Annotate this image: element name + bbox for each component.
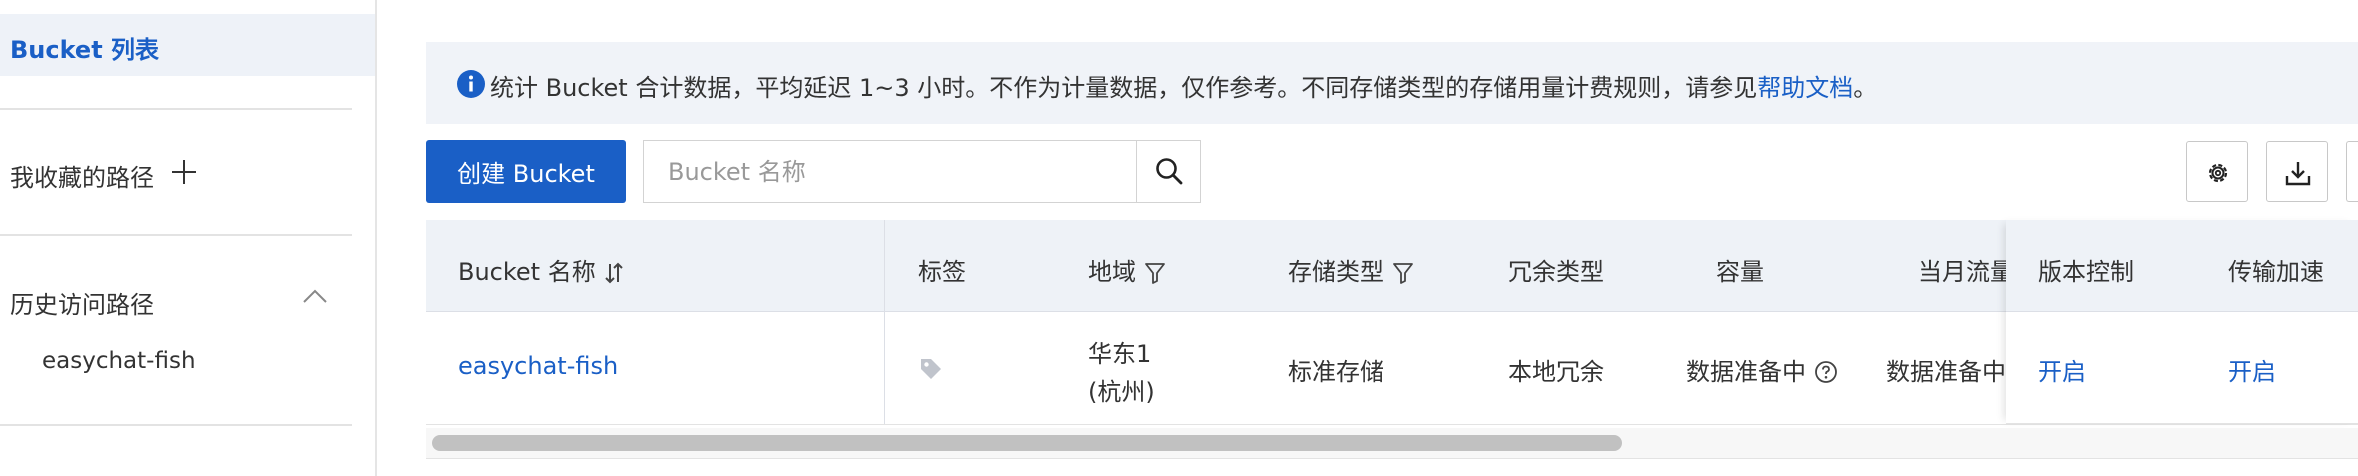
chevron-up-icon[interactable] [302, 288, 328, 304]
search-input[interactable] [644, 141, 1134, 202]
column-label: Bucket 名称 [458, 258, 596, 286]
sidebar-item-label: Bucket 列表 [10, 36, 160, 64]
help-doc-link[interactable]: 帮助文档 [1757, 74, 1853, 102]
download-button[interactable] [2266, 141, 2328, 202]
sidebar-divider [0, 108, 352, 110]
column-header-bucket-name[interactable]: Bucket 名称 [458, 252, 624, 287]
history-item[interactable]: easychat-fish [42, 348, 196, 374]
column-label: 地域 [1088, 258, 1136, 286]
help-icon[interactable] [1814, 360, 1838, 384]
redundancy-value: 本地冗余 [1508, 358, 1604, 386]
notice-message: 统计 Bucket 合计数据，平均延迟 1~3 小时。不作为计量数据，仅作参考。… [490, 74, 1758, 102]
create-bucket-button[interactable]: 创建 Bucket [426, 140, 626, 203]
region-line2: (杭州) [1088, 378, 1155, 406]
sidebar-item-history[interactable]: 历史访问路径 [10, 285, 154, 320]
tag-icon[interactable] [918, 356, 944, 382]
acceleration-link[interactable]: 开启 [2228, 352, 2276, 387]
sidebar-item-bucket-list[interactable]: Bucket 列表 [0, 14, 375, 76]
more-tools-button[interactable] [2346, 141, 2358, 202]
column-header-versioning: 版本控制 [2038, 258, 2134, 286]
scrollbar-thumb[interactable] [432, 435, 1622, 451]
capacity-text: 数据准备中 [1686, 358, 1806, 386]
bucket-table: Bucket 名称 标签 地域 存储类型 冗余类型 容量 当月流量 easych… [426, 220, 2358, 425]
info-icon [457, 70, 485, 98]
fixed-row: 开启 开启 [2006, 312, 2358, 424]
sidebar-divider [0, 424, 352, 426]
column-header-region[interactable]: 地域 [1088, 252, 1166, 287]
sort-icon[interactable] [604, 261, 624, 285]
column-header-capacity: 容量 [1716, 258, 1764, 286]
column-header-acceleration: 传输加速 [2228, 258, 2324, 286]
sidebar: Bucket 列表 我收藏的路径 历史访问路径 easychat-fish [0, 0, 377, 476]
column-header-tags: 标签 [918, 258, 966, 286]
gear-icon [2208, 163, 2228, 183]
sidebar-item-favorites[interactable]: 我收藏的路径 [10, 158, 154, 193]
horizontal-scrollbar[interactable] [426, 428, 2358, 459]
fixed-header: 版本控制 传输加速 [2006, 220, 2358, 312]
sidebar-divider [0, 234, 352, 236]
column-header-monthly-traffic: 当月流量 [1918, 258, 2014, 286]
download-icon [2285, 162, 2311, 186]
plus-icon[interactable] [172, 160, 196, 184]
notice-text: 统计 Bucket 合计数据，平均延迟 1~3 小时。不作为计量数据，仅作参考。… [490, 68, 1877, 103]
monthly-traffic-value: 数据准备中 [1886, 358, 2006, 386]
search-box [643, 140, 1201, 203]
region-line1: 华东1 [1088, 340, 1152, 368]
fixed-right-columns: 版本控制 传输加速 开启 开启 [2006, 220, 2358, 424]
column-header-storage-type[interactable]: 存储类型 [1288, 252, 1414, 287]
versioning-link[interactable]: 开启 [2038, 352, 2086, 387]
settings-button[interactable] [2186, 141, 2248, 202]
storage-type-value: 标准存储 [1288, 358, 1384, 386]
search-icon [1156, 158, 1183, 185]
filter-icon[interactable] [1144, 261, 1166, 285]
capacity-value: 数据准备中 [1686, 352, 1838, 387]
bucket-name-link[interactable]: easychat-fish [458, 352, 618, 380]
info-notice: 统计 Bucket 合计数据，平均延迟 1~3 小时。不作为计量数据，仅作参考。… [426, 42, 2358, 124]
filter-icon[interactable] [1392, 261, 1414, 285]
notice-suffix: 。 [1853, 74, 1878, 102]
column-header-redundancy: 冗余类型 [1508, 258, 1604, 286]
search-button[interactable] [1136, 141, 1201, 202]
column-label: 存储类型 [1288, 258, 1384, 286]
